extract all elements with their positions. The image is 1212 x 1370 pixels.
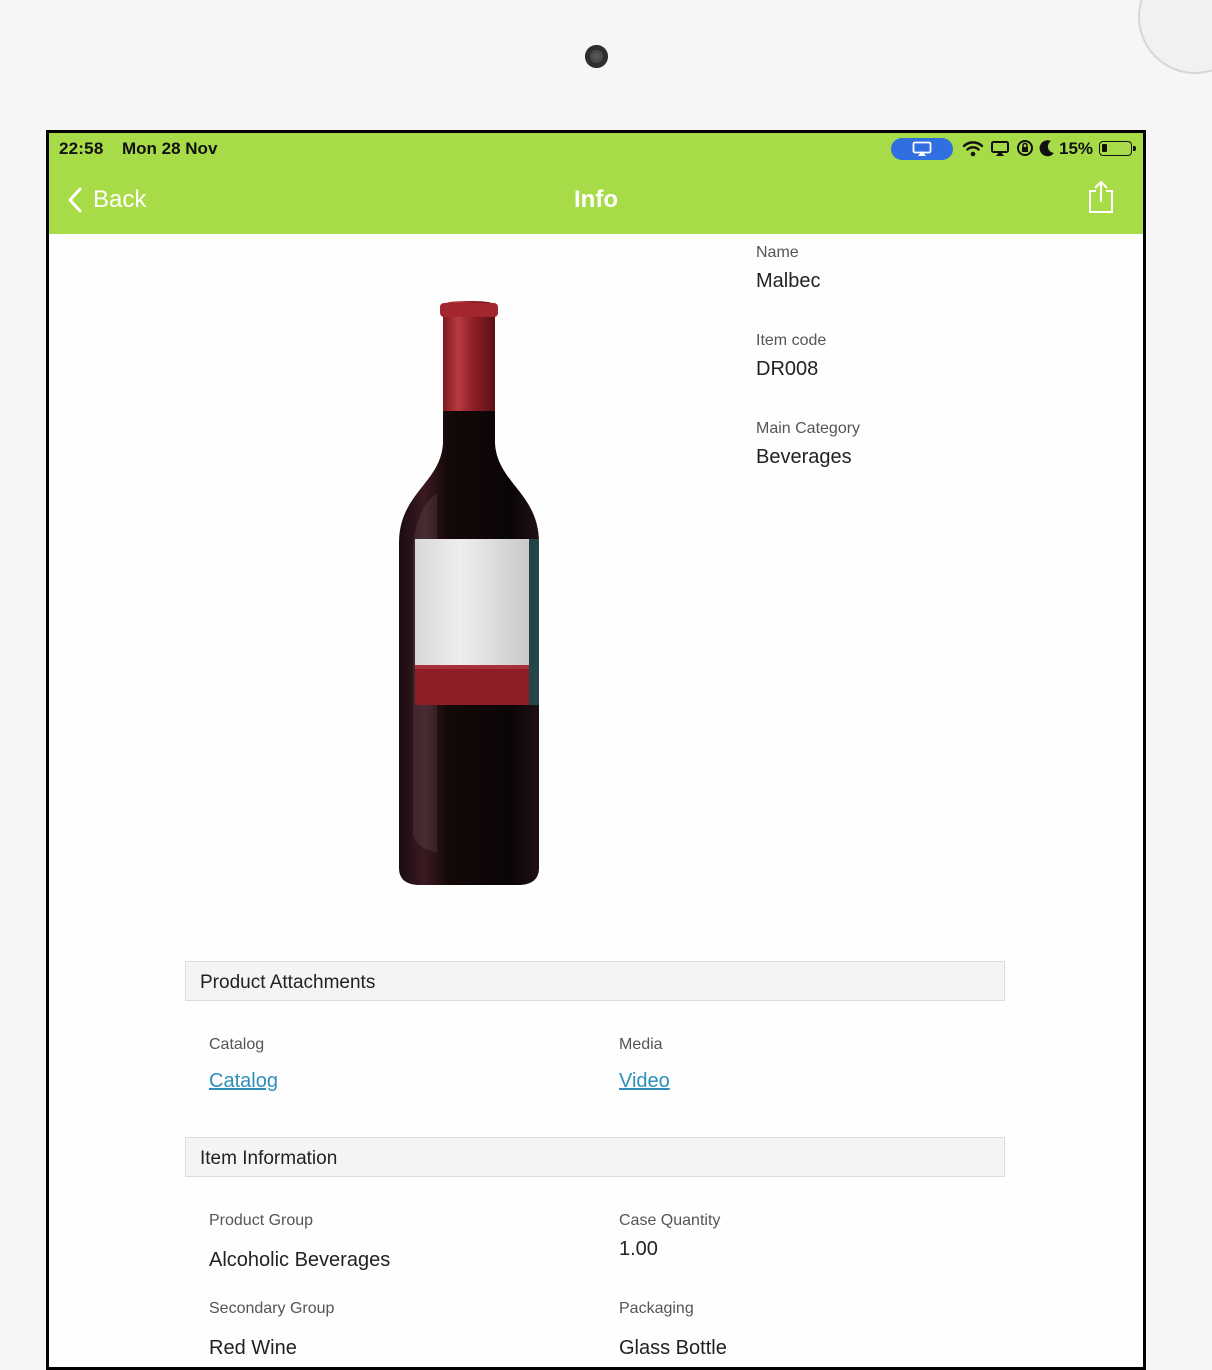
page-title: Info xyxy=(574,186,618,213)
name-label: Name xyxy=(756,244,799,261)
share-button[interactable] xyxy=(1086,179,1116,220)
share-icon xyxy=(1089,181,1113,213)
media-label: Media xyxy=(619,1036,663,1053)
catalog-label: Catalog xyxy=(209,1036,265,1053)
product-group-label: Product Group xyxy=(209,1212,314,1229)
front-camera xyxy=(585,45,608,68)
wifi-icon xyxy=(962,137,984,164)
navigation-header: 22:58 Mon 28 Nov 15% Back Info xyxy=(49,133,1143,234)
battery-icon xyxy=(1099,141,1136,156)
secondary-group-label: Secondary Group xyxy=(209,1300,335,1317)
product-image xyxy=(379,293,559,898)
status-time: 22:58 xyxy=(59,139,104,158)
case-quantity-label: Case Quantity xyxy=(619,1212,721,1229)
product-group: Alcoholic Beverages xyxy=(209,1249,391,1271)
app-screen: 22:58 Mon 28 Nov 15% Back Info Name Malb… xyxy=(49,133,1143,1367)
device-frame-corner xyxy=(1138,0,1212,74)
main-category-label: Main Category xyxy=(756,420,861,437)
case-quantity: 1.00 xyxy=(619,1238,658,1260)
rotation-lock-icon xyxy=(1015,137,1035,164)
video-link[interactable]: Video xyxy=(619,1070,670,1093)
item-code: DR008 xyxy=(756,358,819,380)
airplay-icon xyxy=(912,141,932,156)
wine-bottle-image xyxy=(399,301,539,885)
product-name: Malbec xyxy=(756,270,821,292)
airplay-indicator[interactable] xyxy=(891,138,953,160)
screen-mirroring-icon xyxy=(990,137,1010,164)
product-attachments-header: Product Attachments xyxy=(185,961,1005,1001)
status-date: Mon 28 Nov xyxy=(122,139,218,158)
item-information-header: Item Information xyxy=(185,1137,1005,1177)
packaging: Glass Bottle xyxy=(619,1337,727,1359)
main-category: Beverages xyxy=(756,446,852,468)
packaging-label: Packaging xyxy=(619,1300,694,1317)
device-screen: 22:58 Mon 28 Nov 15% Back Info Name Malb… xyxy=(46,130,1146,1370)
item-code-label: Item code xyxy=(756,332,827,349)
secondary-group: Red Wine xyxy=(209,1337,297,1359)
battery-percent: 15% xyxy=(1059,139,1094,158)
moon-icon xyxy=(1039,137,1057,164)
catalog-link[interactable]: Catalog xyxy=(209,1070,278,1093)
